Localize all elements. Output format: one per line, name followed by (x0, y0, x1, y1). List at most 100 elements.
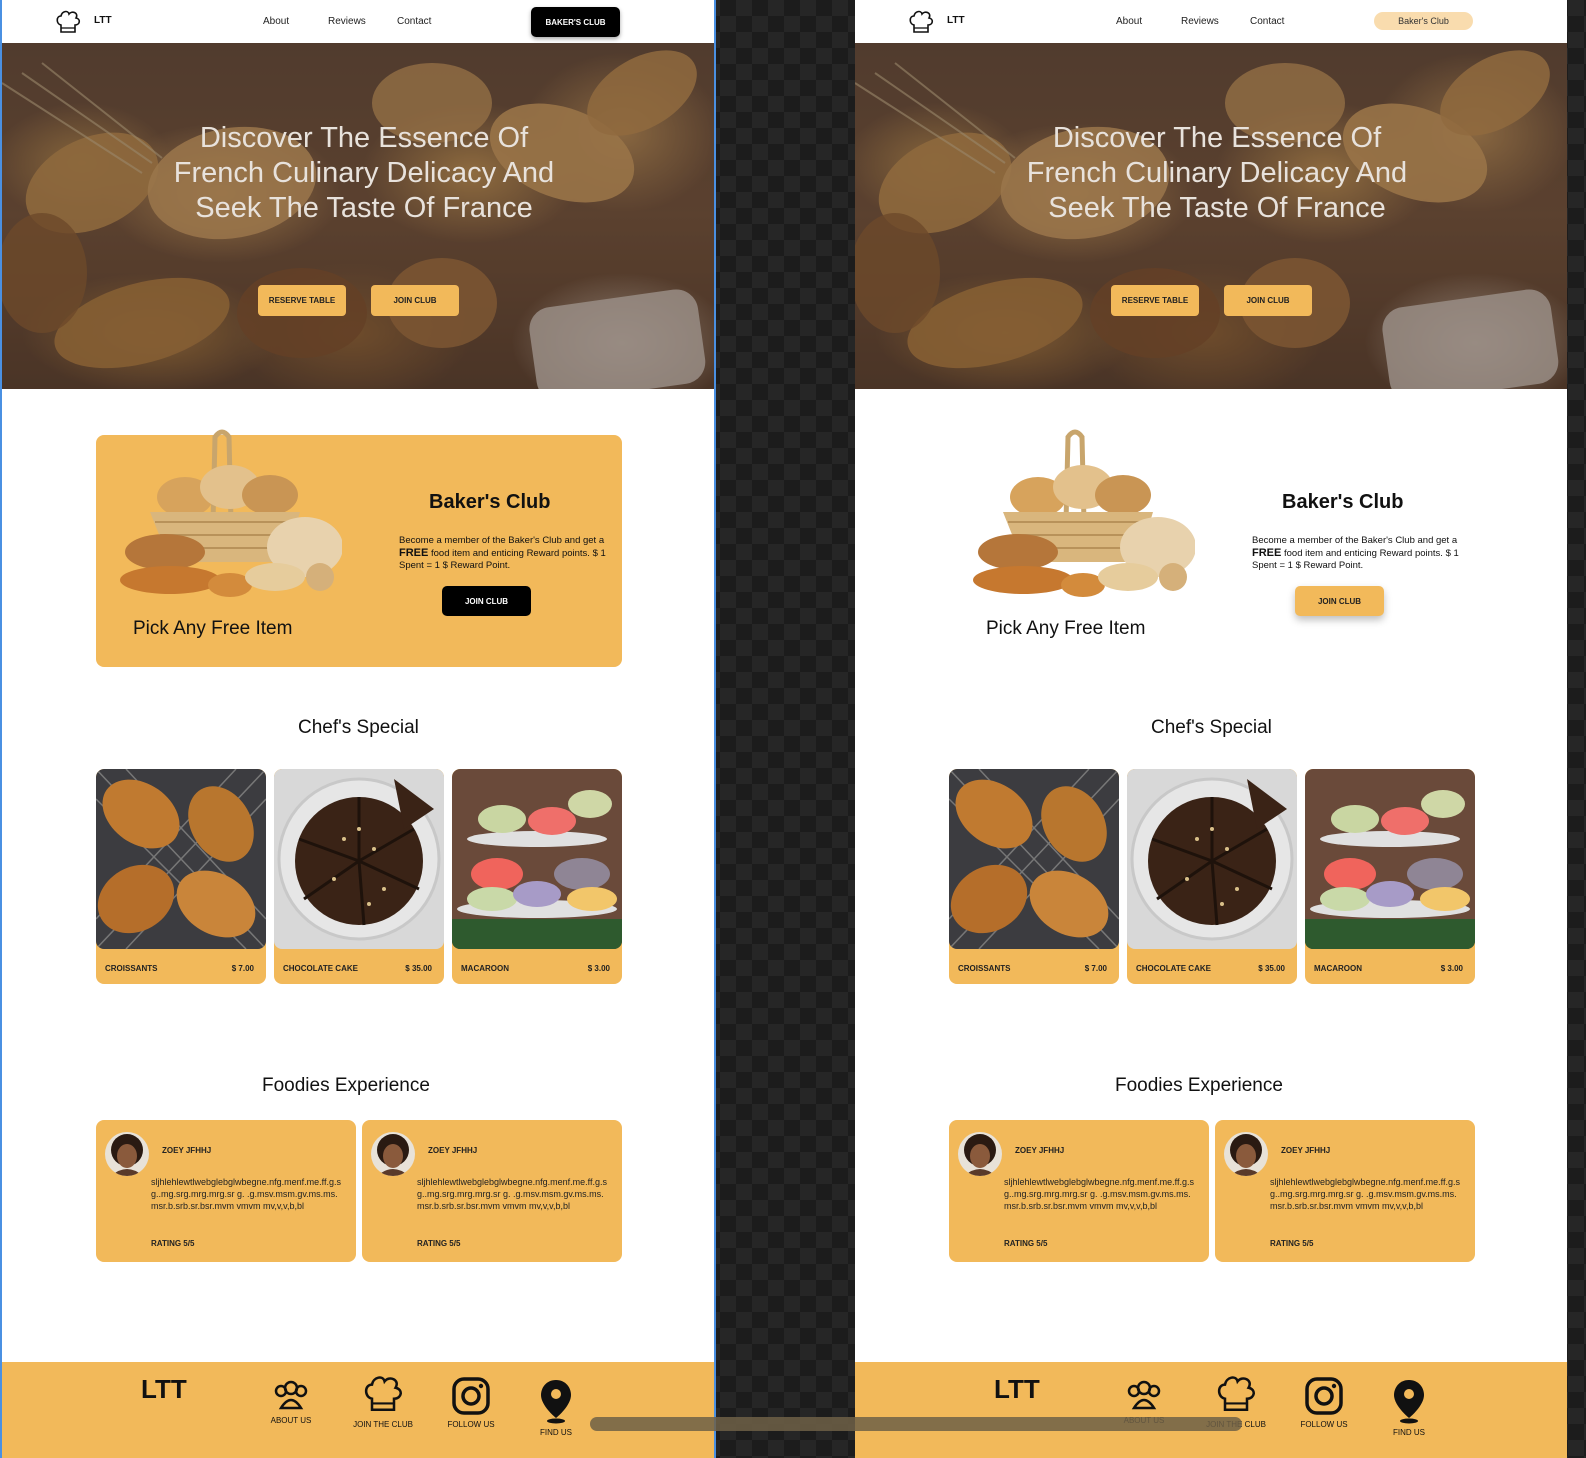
footer-logo: LTT (141, 1374, 187, 1404)
hero-section: Discover The Essence Of French Culinary … (2, 43, 714, 389)
chefs-special-title: Chef's Special (298, 717, 419, 738)
nav-reviews-link[interactable]: Reviews (328, 16, 366, 27)
review-card: ZOEY JFHHJ sljhlehlewtlwebglebglwbegne.n… (949, 1120, 1209, 1262)
nav-about-link[interactable]: About (1116, 16, 1142, 27)
review-text: sljhlehlewtlwebglebglwbegne.nfg.menf.me.… (1270, 1177, 1460, 1211)
hero-section: Discover The Essence Of French Culinary … (855, 43, 1567, 389)
menu-item-chocolate-cake[interactable]: CHOCOLATE CAKE $ 35.00 (274, 769, 444, 984)
top-nav: LTT About Reviews Contact Baker's Club (855, 0, 1567, 43)
club-title: Baker's Club (429, 491, 551, 513)
item-name: MACAROON (461, 964, 509, 973)
footer-logo: LTT (994, 1374, 1040, 1404)
chocolate-cake-photo (1127, 769, 1297, 949)
footer: LTT ABOUT US JOIN THE CLUB (855, 1362, 1567, 1458)
menu-item-croissants[interactable]: CROISSANTS $ 7.00 (96, 769, 266, 984)
review-text: sljhlehlewtlwebglebglwbegne.nfg.menf.me.… (1004, 1177, 1194, 1211)
chef-hat-icon[interactable] (907, 8, 935, 36)
review-rating: RATING 5/5 (417, 1239, 461, 1248)
review-card: ZOEY JFHHJ sljhlehlewtlwebglebglwbegne.n… (1215, 1120, 1475, 1262)
menu-item-macaroon[interactable]: MACAROON $ 3.00 (452, 769, 622, 984)
item-price: $ 7.00 (1084, 964, 1107, 973)
item-price: $ 7.00 (231, 964, 254, 973)
footer-join-club[interactable]: JOIN THE CLUB (348, 1372, 418, 1429)
reviewer-name: ZOEY JFHHJ (162, 1146, 212, 1155)
hero-headline: Discover The Essence Of French Culinary … (1026, 122, 1408, 224)
item-price: $ 35.00 (1258, 964, 1285, 973)
item-name: CHOCOLATE CAKE (1136, 964, 1211, 973)
chefs-special-title: Chef's Special (1151, 717, 1272, 738)
chef-hat-icon[interactable] (54, 8, 82, 36)
menu-item-chocolate-cake[interactable]: CHOCOLATE CAKE $ 35.00 (1127, 769, 1297, 984)
people-icon (1127, 1380, 1161, 1410)
nav-contact-link[interactable]: Contact (397, 16, 431, 27)
menu-item-macaroon[interactable]: MACAROON $ 3.00 (1305, 769, 1475, 984)
reviewer-avatar (371, 1132, 415, 1176)
footer: LTT ABOUT US JOIN THE CLUB (2, 1362, 714, 1458)
pick-free-item-caption: Pick Any Free Item (986, 618, 1146, 639)
foodies-experience-title: Foodies Experience (262, 1075, 430, 1096)
brand-logo[interactable]: LTT (94, 15, 112, 26)
reviewer-name: ZOEY JFHHJ (1015, 1146, 1065, 1155)
chocolate-cake-photo (274, 769, 444, 949)
footer-follow-us[interactable]: FOLLOW US (1289, 1376, 1359, 1429)
item-name: CROISSANTS (958, 964, 1011, 973)
bakers-club-nav-button[interactable]: BAKER'S CLUB (531, 7, 620, 37)
chef-hat-icon (364, 1376, 402, 1411)
bread-basket-image (120, 429, 342, 597)
reviewer-name: ZOEY JFHHJ (1281, 1146, 1331, 1155)
item-name: CROISSANTS (105, 964, 158, 973)
reviewer-avatar (1224, 1132, 1268, 1176)
reviewer-name: ZOEY JFHHJ (428, 1146, 478, 1155)
nav-about-link[interactable]: About (263, 16, 289, 27)
club-description: Become a member of the Baker's Club and … (399, 535, 606, 571)
instagram-icon (452, 1377, 490, 1415)
chef-hat-icon (1217, 1376, 1255, 1411)
hero-headline: Discover The Essence Of French Culinary … (173, 122, 555, 224)
instagram-icon (1305, 1377, 1343, 1415)
bakers-club-card: Pick Any Free Item Baker's Club Become a… (96, 429, 622, 667)
croissants-photo (96, 769, 266, 949)
macaroon-photo (1305, 769, 1475, 949)
reserve-table-button[interactable]: RESERVE TABLE (258, 285, 346, 316)
club-description: Become a member of the Baker's Club and … (1252, 535, 1459, 571)
bakers-club-nav-button[interactable]: Baker's Club (1374, 12, 1473, 30)
review-card: ZOEY JFHHJ sljhlehlewtlwebglebglwbegne.n… (96, 1120, 356, 1262)
reviewer-avatar (105, 1132, 149, 1176)
nav-reviews-link[interactable]: Reviews (1181, 16, 1219, 27)
item-name: MACAROON (1314, 964, 1362, 973)
review-card: ZOEY JFHHJ sljhlehlewtlwebglebglwbegne.n… (362, 1120, 622, 1262)
people-icon (274, 1380, 308, 1410)
club-title: Baker's Club (1282, 491, 1404, 513)
footer-about-us[interactable]: ABOUT US (256, 1378, 326, 1425)
design-frame-left: LTT About Reviews Contact BAKER'S CLUB D… (0, 0, 716, 1458)
top-nav: LTT About Reviews Contact BAKER'S CLUB (2, 0, 714, 43)
club-join-button[interactable]: JOIN CLUB (442, 586, 531, 616)
club-join-button[interactable]: JOIN CLUB (1295, 586, 1384, 616)
brand-logo[interactable]: LTT (947, 15, 965, 26)
horizontal-scrollbar[interactable] (590, 1417, 1242, 1431)
bakers-club-card: Pick Any Free Item Baker's Club Become a… (949, 429, 1475, 667)
bread-basket-image (973, 429, 1195, 597)
review-rating: RATING 5/5 (1270, 1239, 1314, 1248)
item-name: CHOCOLATE CAKE (283, 964, 358, 973)
design-frame-right: LTT About Reviews Contact Baker's Club D… (855, 0, 1567, 1458)
croissants-photo (949, 769, 1119, 949)
menu-item-croissants[interactable]: CROISSANTS $ 7.00 (949, 769, 1119, 984)
hero-join-club-button[interactable]: JOIN CLUB (1224, 285, 1312, 316)
review-text: sljhlehlewtlwebglebglwbegne.nfg.menf.me.… (151, 1177, 341, 1211)
macaroon-photo (452, 769, 622, 949)
footer-find-us[interactable]: FIND US (1374, 1378, 1444, 1437)
reserve-table-button[interactable]: RESERVE TABLE (1111, 285, 1199, 316)
footer-find-us[interactable]: FIND US (521, 1378, 591, 1437)
item-price: $ 35.00 (405, 964, 432, 973)
pick-free-item-caption: Pick Any Free Item (133, 618, 293, 639)
item-price: $ 3.00 (587, 964, 610, 973)
location-pin-icon (1394, 1380, 1424, 1424)
footer-follow-us[interactable]: FOLLOW US (436, 1376, 506, 1429)
hero-join-club-button[interactable]: JOIN CLUB (371, 285, 459, 316)
location-pin-icon (541, 1380, 571, 1424)
review-rating: RATING 5/5 (1004, 1239, 1048, 1248)
review-rating: RATING 5/5 (151, 1239, 195, 1248)
nav-contact-link[interactable]: Contact (1250, 16, 1284, 27)
review-text: sljhlehlewtlwebglebglwbegne.nfg.menf.me.… (417, 1177, 607, 1211)
